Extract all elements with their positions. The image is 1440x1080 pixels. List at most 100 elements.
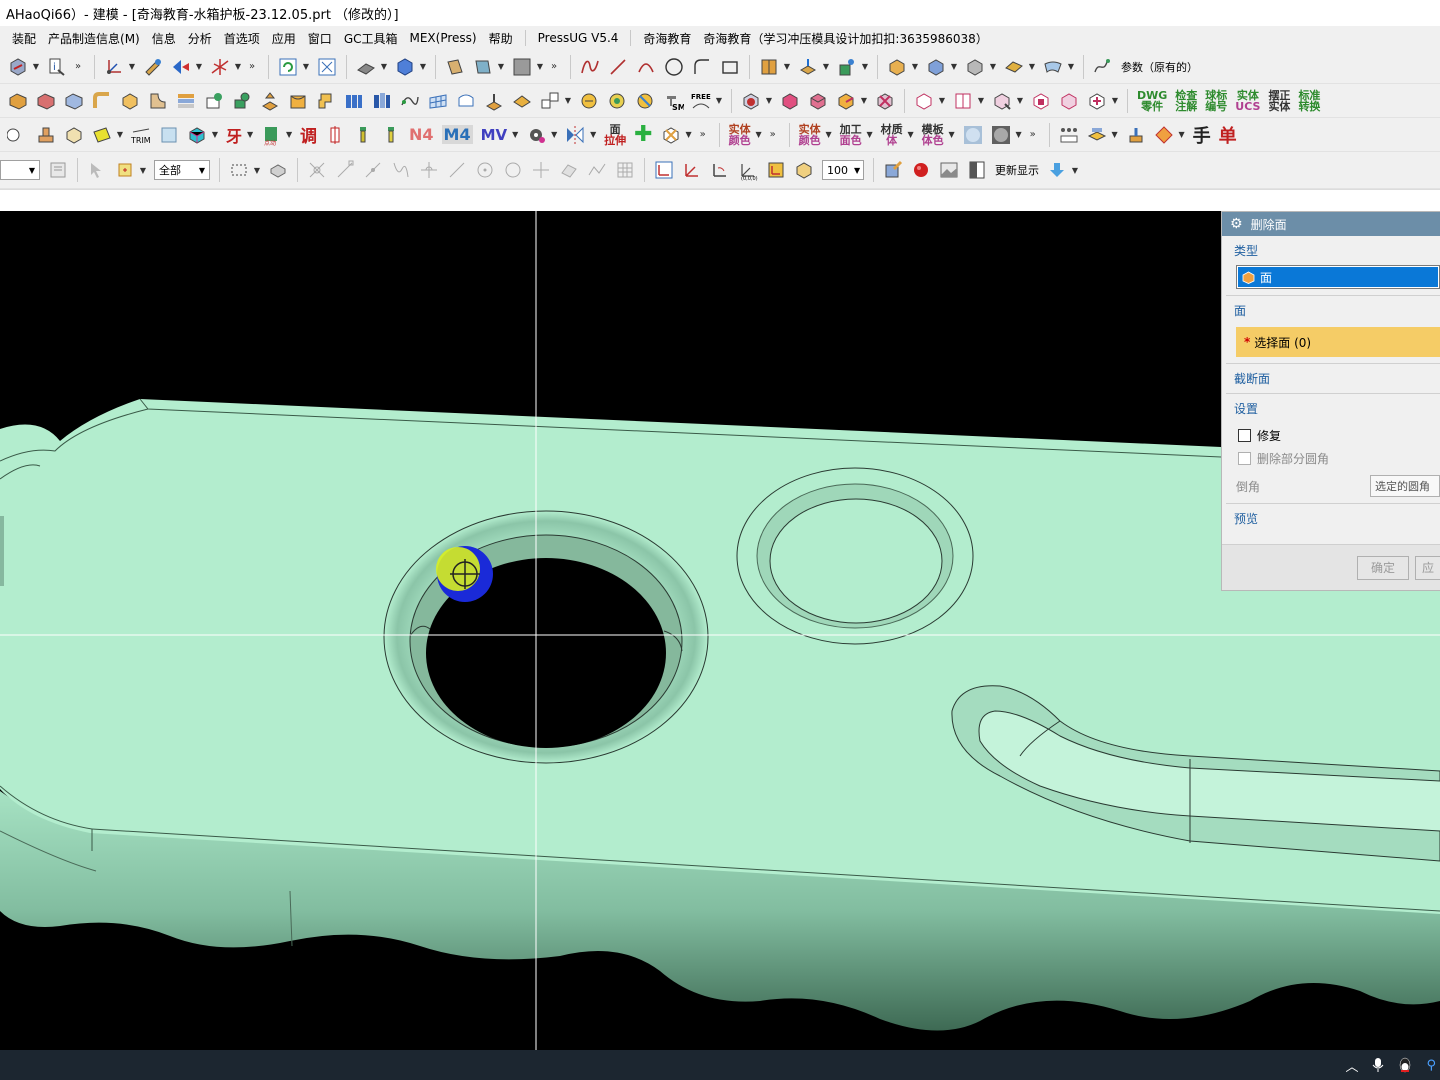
dropdown-arrow-icon[interactable]: ▼ <box>497 55 505 79</box>
dropdown-arrow-icon[interactable]: ▼ <box>911 55 919 79</box>
free-icon[interactable]: FREE <box>689 89 713 113</box>
wcs-view-icon[interactable] <box>652 158 676 182</box>
menu-gc-toolkit[interactable]: GC工具箱 <box>338 28 404 49</box>
template-body-color-button[interactable]: 模板 体色 <box>922 124 944 146</box>
circle-icon[interactable] <box>662 55 686 79</box>
tray-icon[interactable] <box>1085 123 1109 147</box>
point-face-icon[interactable] <box>835 55 859 79</box>
check-annotation-button[interactable]: 检查 注解 <box>1175 90 1197 112</box>
single-button[interactable]: 单 <box>1219 122 1237 148</box>
dropdown-arrow-icon[interactable]: ▼ <box>866 123 874 147</box>
dropdown-arrow-icon[interactable]: ▼ <box>948 123 956 147</box>
solid-frame-icon[interactable] <box>912 89 936 113</box>
line-icon[interactable] <box>606 55 630 79</box>
image-icon[interactable] <box>937 158 961 182</box>
dropdown-arrow-icon[interactable]: ▼ <box>285 123 293 147</box>
move-object-icon[interactable] <box>169 55 193 79</box>
dialog-header[interactable]: ⚙ 删除面 <box>1222 212 1440 236</box>
dropdown-arrow-icon[interactable]: ▼ <box>715 89 723 113</box>
mv-move-button[interactable]: MV <box>481 126 508 144</box>
wcs-dynamic-icon[interactable]: (0,0,0) <box>736 158 760 182</box>
point-move-icon[interactable]: 点动 <box>259 123 283 147</box>
snap-all-icon[interactable] <box>305 158 329 182</box>
cube-cyan-icon[interactable] <box>185 123 209 147</box>
snap-curve-icon[interactable] <box>389 158 413 182</box>
solid-box-4-icon[interactable] <box>1085 89 1109 113</box>
block-blue-icon[interactable] <box>924 55 948 79</box>
selection-scope-select[interactable]: 全部 ▼ <box>154 160 210 180</box>
measure-icon[interactable] <box>577 89 601 113</box>
part-navigator-icon[interactable] <box>6 55 30 79</box>
block-gray-icon[interactable] <box>963 55 987 79</box>
edit-object-icon[interactable] <box>141 55 165 79</box>
snap-center-icon[interactable] <box>473 158 497 182</box>
dropdown-arrow-icon[interactable]: ▼ <box>139 158 147 182</box>
solid-block-icon[interactable] <box>118 89 142 113</box>
update-display-button[interactable]: 更新显示 <box>995 162 1039 178</box>
snap-point-icon[interactable] <box>113 158 137 182</box>
type-filter-select[interactable]: ▼ <box>0 160 40 180</box>
emboss-inner-ring[interactable] <box>769 498 943 624</box>
pierce-icon[interactable] <box>202 89 226 113</box>
dropdown-arrow-icon[interactable]: ▼ <box>938 89 946 113</box>
rectangle-icon[interactable] <box>718 55 742 79</box>
dropdown-arrow-icon[interactable]: ▼ <box>128 55 136 79</box>
surface-icon[interactable] <box>1041 55 1065 79</box>
wcs-rotate-icon[interactable] <box>708 158 732 182</box>
chevron-up-icon[interactable]: ︿ <box>1345 1056 1358 1075</box>
dropdown-arrow-icon[interactable]: ▼ <box>1071 158 1079 182</box>
color-ball-icon[interactable] <box>909 158 933 182</box>
dropdown-arrow-icon[interactable]: ▼ <box>1067 55 1075 79</box>
toolbar-overflow-icon[interactable]: » <box>1030 129 1040 140</box>
arc-icon[interactable] <box>634 55 658 79</box>
toolbar-overflow-icon[interactable]: » <box>770 129 780 140</box>
mirror-icon[interactable] <box>563 123 587 147</box>
dropdown-arrow-icon[interactable]: ▼ <box>1016 89 1024 113</box>
snap-line-icon[interactable] <box>445 158 469 182</box>
dropdown-arrow-icon[interactable]: ▼ <box>950 55 958 79</box>
refresh-icon[interactable] <box>276 55 300 79</box>
material-body-button[interactable]: 材质体 <box>881 124 903 146</box>
snap-grid-icon[interactable] <box>613 158 637 182</box>
solid-color-button[interactable]: 实体 颜色 <box>729 124 751 146</box>
menu-assembly[interactable]: 装配 <box>6 28 42 49</box>
solid-pink-icon[interactable] <box>778 89 802 113</box>
dropdown-arrow-icon[interactable]: ▼ <box>253 158 261 182</box>
face-stretch-button[interactable]: 面拉伸 <box>604 124 626 146</box>
block-outline-icon[interactable] <box>62 123 86 147</box>
dropdown-arrow-icon[interactable]: ▼ <box>116 123 124 147</box>
solid-box-3-icon[interactable] <box>1057 89 1081 113</box>
sheet-icon[interactable] <box>1002 55 1026 79</box>
dropdown-arrow-icon[interactable]: ▼ <box>195 55 203 79</box>
dropdown-arrow-icon[interactable]: ▼ <box>860 89 868 113</box>
face-section-label[interactable]: 面 <box>1222 296 1440 319</box>
dropdown-arrow-icon[interactable]: ▼ <box>822 55 830 79</box>
edit-display-icon[interactable] <box>881 158 905 182</box>
dropdown-arrow-icon[interactable]: ▼ <box>989 55 997 79</box>
background-icon[interactable] <box>510 55 534 79</box>
microphone-icon[interactable] <box>1372 1057 1384 1073</box>
n4-button[interactable]: N4 <box>409 125 434 144</box>
balloon-number-button[interactable]: 球标 编号 <box>1205 90 1227 112</box>
snap-plus-icon[interactable] <box>529 158 553 182</box>
search-icon[interactable]: ⚲ <box>1426 1058 1436 1073</box>
toolbar-overflow-icon[interactable]: » <box>551 61 561 72</box>
dropdown-arrow-icon[interactable]: ▼ <box>907 123 915 147</box>
apply-button[interactable]: 应 <box>1415 555 1440 580</box>
m4-button[interactable]: M4 <box>441 125 473 144</box>
dropdown-arrow-icon[interactable]: ▼ <box>1015 123 1023 147</box>
solid-merge-icon[interactable] <box>990 89 1014 113</box>
wall-icon[interactable] <box>286 89 310 113</box>
selection-arrow-icon[interactable] <box>85 158 109 182</box>
solid-color-2-button[interactable]: 实体 颜色 <box>799 124 821 146</box>
dropdown-arrow-icon[interactable]: ▼ <box>765 89 773 113</box>
menu-help[interactable]: 帮助 <box>483 28 519 49</box>
hole-icon[interactable] <box>6 123 30 147</box>
solid-remove-icon[interactable] <box>873 89 897 113</box>
dropdown-arrow-icon[interactable]: ▼ <box>550 123 558 147</box>
qq-penguin-icon[interactable] <box>1398 1057 1412 1073</box>
dropdown-arrow-icon[interactable]: ▼ <box>1111 123 1119 147</box>
books-icon[interactable] <box>342 89 366 113</box>
menu-preferences[interactable]: 首选项 <box>218 28 266 49</box>
params-label[interactable]: 参数（原有的） <box>1121 59 1198 75</box>
